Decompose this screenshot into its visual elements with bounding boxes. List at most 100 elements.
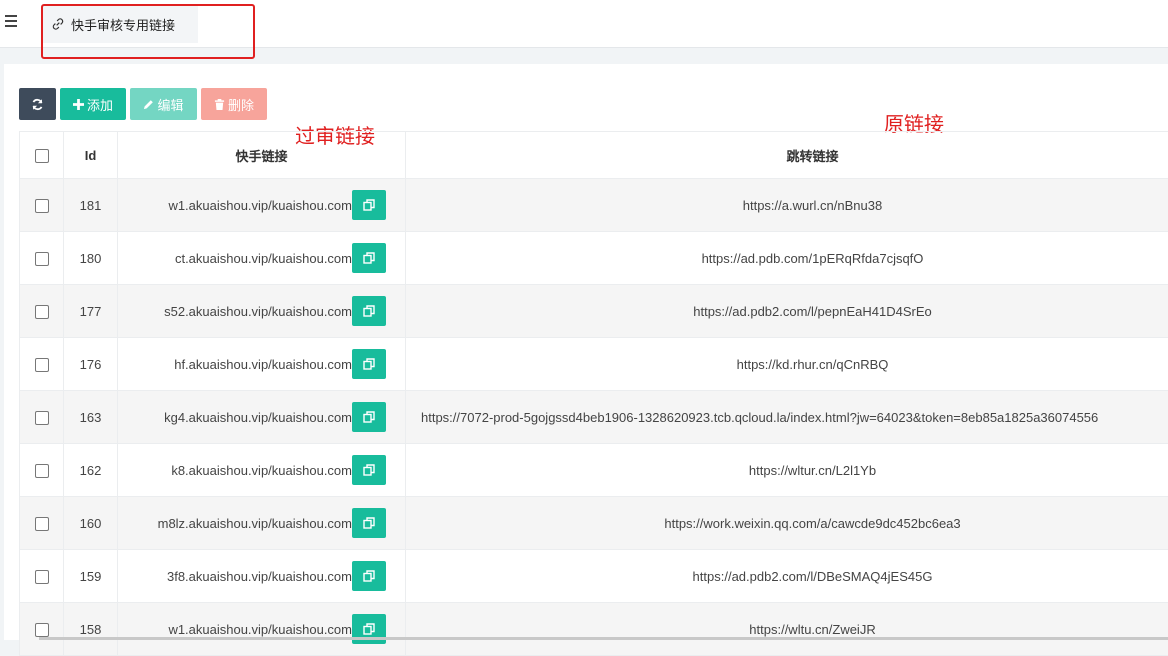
row-id: 159 bbox=[64, 550, 118, 603]
row-checkbox[interactable] bbox=[35, 199, 49, 213]
toolbar: 添加 编辑 删除 bbox=[19, 88, 267, 120]
hamburger-icon[interactable] bbox=[5, 15, 17, 29]
row-checkbox[interactable] bbox=[35, 305, 49, 319]
copy-icon bbox=[363, 305, 375, 317]
row-kuaishou-cell: 3f8.akuaishou.vip/kuaishou.com bbox=[118, 550, 406, 603]
delete-button[interactable]: 删除 bbox=[201, 88, 267, 120]
row-checkbox[interactable] bbox=[35, 252, 49, 266]
pencil-icon bbox=[143, 99, 154, 110]
row-select-cell bbox=[20, 338, 64, 391]
plus-icon bbox=[73, 99, 84, 110]
row-kuaishou-link: ct.akuaishou.vip/kuaishou.com bbox=[175, 251, 352, 266]
main-panel: 添加 编辑 删除 过审链接 原链接 Id 快手链接 bbox=[4, 64, 1168, 640]
row-select-cell bbox=[20, 550, 64, 603]
row-kuaishou-cell: w1.akuaishou.vip/kuaishou.com bbox=[118, 179, 406, 232]
table-row[interactable]: 160 m8lz.akuaishou.vip/kuaishou.com https:… bbox=[20, 497, 1168, 550]
row-kuaishou-link: s52.akuaishou.vip/kuaishou.com bbox=[164, 304, 352, 319]
row-kuaishou-cell: k8.akuaishou.vip/kuaishou.com bbox=[118, 444, 406, 497]
row-redirect-link[interactable]: https://wltu.cn/ZweiJR bbox=[406, 603, 1168, 656]
copy-button[interactable] bbox=[352, 402, 386, 432]
copy-button[interactable] bbox=[352, 349, 386, 379]
row-kuaishou-link: k8.akuaishou.vip/kuaishou.com bbox=[171, 463, 352, 478]
annotation-highlight-box bbox=[41, 4, 255, 59]
row-kuaishou-link: kg4.akuaishou.vip/kuaishou.com bbox=[164, 410, 352, 425]
row-checkbox[interactable] bbox=[35, 623, 49, 637]
row-id: 177 bbox=[64, 285, 118, 338]
copy-icon bbox=[363, 199, 375, 211]
row-redirect-link[interactable]: https://kd.rhur.cn/qCnRBQ bbox=[406, 338, 1168, 391]
row-kuaishou-cell: s52.akuaishou.vip/kuaishou.com bbox=[118, 285, 406, 338]
row-kuaishou-link: m8lz.akuaishou.vip/kuaishou.com bbox=[158, 516, 352, 531]
select-all-checkbox[interactable] bbox=[35, 149, 49, 163]
copy-icon bbox=[363, 358, 375, 370]
row-select-cell bbox=[20, 232, 64, 285]
table-row[interactable]: 159 3f8.akuaishou.vip/kuaishou.com https:/… bbox=[20, 550, 1168, 603]
column-header-redirect-link[interactable]: 跳转链接 bbox=[406, 132, 1168, 179]
row-select-cell bbox=[20, 444, 64, 497]
add-button[interactable]: 添加 bbox=[60, 88, 126, 120]
row-select-cell bbox=[20, 391, 64, 444]
copy-button[interactable] bbox=[352, 508, 386, 538]
row-id: 176 bbox=[64, 338, 118, 391]
copy-icon bbox=[363, 252, 375, 264]
table-row[interactable]: 180 ct.akuaishou.vip/kuaishou.com https://… bbox=[20, 232, 1168, 285]
row-kuaishou-link: hf.akuaishou.vip/kuaishou.com bbox=[174, 357, 352, 372]
row-checkbox[interactable] bbox=[35, 464, 49, 478]
row-redirect-link[interactable]: https://ad.pdb2.com/l/pepnEaH41D4SrEo bbox=[406, 285, 1168, 338]
edit-button[interactable]: 编辑 bbox=[130, 88, 197, 120]
row-id: 181 bbox=[64, 179, 118, 232]
row-kuaishou-cell: m8lz.akuaishou.vip/kuaishou.com bbox=[118, 497, 406, 550]
row-redirect-link[interactable]: https://7072-prod-5gojgssd4beb1906-13286… bbox=[406, 391, 1168, 444]
row-redirect-link[interactable]: https://ad.pdb.com/1pERqRfda7cjsqfO bbox=[406, 232, 1168, 285]
row-redirect-link[interactable]: https://work.weixin.qq.com/a/cawcde9dc45… bbox=[406, 497, 1168, 550]
links-table: Id 快手链接 跳转链接 181 w1.akuaishou.vip/kuaisho… bbox=[19, 131, 1168, 656]
copy-button[interactable] bbox=[352, 561, 386, 591]
delete-label: 删除 bbox=[228, 95, 254, 114]
table-row[interactable]: 163 kg4.akuaishou.vip/kuaishou.com https:/… bbox=[20, 391, 1168, 444]
row-id: 163 bbox=[64, 391, 118, 444]
row-id: 160 bbox=[64, 497, 118, 550]
table-row[interactable]: 176 hf.akuaishou.vip/kuaishou.com https://… bbox=[20, 338, 1168, 391]
row-kuaishou-cell: kg4.akuaishou.vip/kuaishou.com bbox=[118, 391, 406, 444]
table-row[interactable]: 181 w1.akuaishou.vip/kuaishou.com https://… bbox=[20, 179, 1168, 232]
row-redirect-link[interactable]: https://ad.pdb2.com/l/DBeSMAQ4jES45G bbox=[406, 550, 1168, 603]
refresh-button[interactable] bbox=[19, 88, 56, 120]
copy-icon bbox=[363, 517, 375, 529]
table-header-row: Id 快手链接 跳转链接 bbox=[20, 132, 1168, 179]
row-select-cell bbox=[20, 285, 64, 338]
row-checkbox[interactable] bbox=[35, 517, 49, 531]
row-select-cell bbox=[20, 497, 64, 550]
copy-button[interactable] bbox=[352, 455, 386, 485]
add-label: 添加 bbox=[87, 95, 113, 114]
copy-icon bbox=[363, 411, 375, 423]
row-select-cell bbox=[20, 179, 64, 232]
row-kuaishou-link: 3f8.akuaishou.vip/kuaishou.com bbox=[167, 569, 352, 584]
row-select-cell bbox=[20, 603, 64, 656]
row-checkbox[interactable] bbox=[35, 411, 49, 425]
row-kuaishou-link: w1.akuaishou.vip/kuaishou.com bbox=[168, 198, 352, 213]
row-checkbox[interactable] bbox=[35, 358, 49, 372]
copy-icon bbox=[363, 570, 375, 582]
table-row[interactable]: 158 w1.akuaishou.vip/kuaishou.com https://… bbox=[20, 603, 1168, 656]
copy-button[interactable] bbox=[352, 190, 386, 220]
row-kuaishou-link: w1.akuaishou.vip/kuaishou.com bbox=[168, 622, 352, 637]
row-id: 158 bbox=[64, 603, 118, 656]
row-id: 180 bbox=[64, 232, 118, 285]
column-header-kuaishou-link[interactable]: 快手链接 bbox=[118, 132, 406, 179]
trash-icon bbox=[214, 99, 225, 110]
copy-icon bbox=[363, 623, 375, 635]
select-all-cell bbox=[20, 132, 64, 179]
copy-button[interactable] bbox=[352, 296, 386, 326]
row-kuaishou-cell: w1.akuaishou.vip/kuaishou.com bbox=[118, 603, 406, 656]
refresh-icon bbox=[31, 98, 44, 111]
column-header-id[interactable]: Id bbox=[64, 132, 118, 179]
table-row[interactable]: 177 s52.akuaishou.vip/kuaishou.com https:/… bbox=[20, 285, 1168, 338]
table-row[interactable]: 162k8.akuaishou.vip/kuaishou.comhttps://… bbox=[20, 444, 1168, 497]
edit-label: 编辑 bbox=[157, 95, 183, 114]
row-redirect-link[interactable]: https://a.wurl.cn/nBnu38 bbox=[406, 179, 1168, 232]
row-redirect-link[interactable]: https://wltur.cn/L2l1Yb bbox=[406, 444, 1168, 497]
copy-icon bbox=[363, 464, 375, 476]
copy-button[interactable] bbox=[352, 243, 386, 273]
row-checkbox[interactable] bbox=[35, 570, 49, 584]
row-kuaishou-cell: ct.akuaishou.vip/kuaishou.com bbox=[118, 232, 406, 285]
